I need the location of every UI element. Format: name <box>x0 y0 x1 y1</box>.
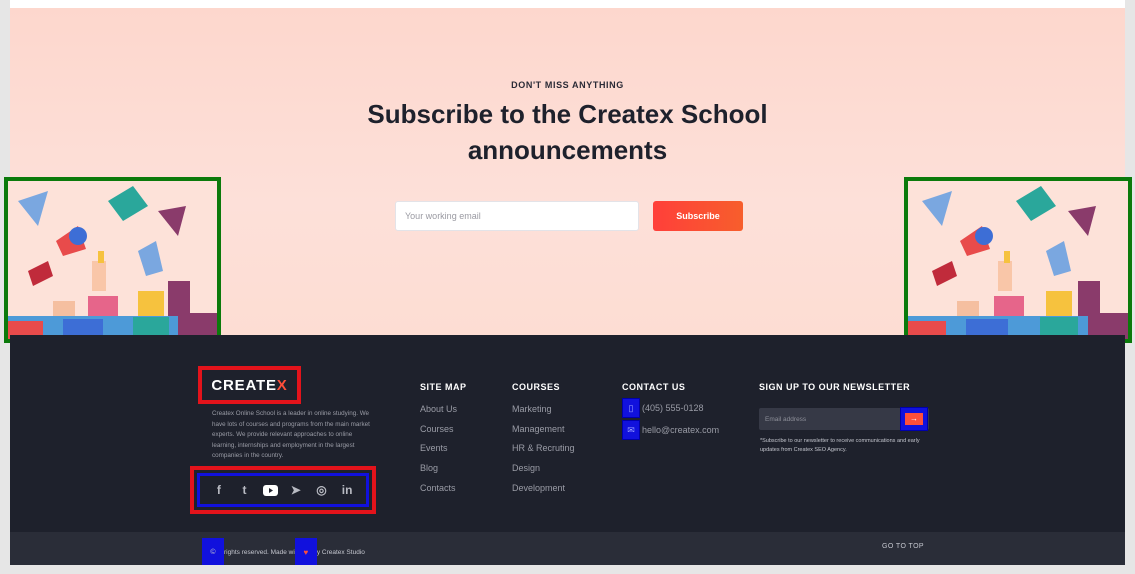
twitter-icon[interactable]: t <box>236 482 252 498</box>
copyright-icon: © <box>202 538 224 566</box>
page: DON'T MISS ANYTHING Subscribe to the Cre… <box>4 0 1132 574</box>
youtube-icon[interactable] <box>262 482 278 498</box>
graduation-illustration-right <box>904 177 1132 343</box>
linkedin-icon[interactable]: in <box>339 482 355 498</box>
course-link-hr[interactable]: HR & Recruting <box>512 443 575 463</box>
sitemap-link-about[interactable]: About Us <box>420 404 457 424</box>
phone-icon: ▯ <box>622 398 640 418</box>
createx-logo[interactable]: CREATEX <box>198 366 301 404</box>
sitemap-link-events[interactable]: Events <box>420 443 457 463</box>
newsletter-title: SIGN UP TO OUR NEWSLETTER <box>759 382 911 392</box>
newsletter-submit-button[interactable]: → <box>900 407 928 431</box>
mail-icon: ✉ <box>622 420 640 440</box>
courses-links: Marketing Management HR & Recruting Desi… <box>512 404 575 502</box>
subscribe-eyebrow: DON'T MISS ANYTHING <box>511 80 624 90</box>
course-link-development[interactable]: Development <box>512 483 575 503</box>
social-icons-row: f t ➤ ◎ in <box>197 473 369 507</box>
copyright: © rights reserved. Made wi ♥ y Createx S… <box>202 538 365 566</box>
sitemap-links: About Us Courses Events Blog Contacts <box>420 404 457 502</box>
social-links: f t ➤ ◎ in <box>190 466 376 514</box>
facebook-icon[interactable]: f <box>211 482 227 498</box>
course-link-marketing[interactable]: Marketing <box>512 404 575 424</box>
course-link-design[interactable]: Design <box>512 463 575 483</box>
sitemap-link-courses[interactable]: Courses <box>420 424 457 444</box>
contact-phone-row[interactable]: ▯ (405) 555-0128 <box>622 398 704 418</box>
telegram-icon[interactable]: ➤ <box>288 482 304 498</box>
made-by-text: y Createx Studio <box>316 548 365 556</box>
newsletter-note: *Subscribe to our newsletter to receive … <box>760 438 920 453</box>
bottom-bar <box>10 532 1125 565</box>
contact-title: CONTACT US <box>622 382 686 392</box>
working-email-input[interactable] <box>395 201 639 231</box>
contact-phone: (405) 555-0128 <box>642 403 704 413</box>
logo-x: X <box>276 376 288 394</box>
logo-text: CREATEX <box>211 377 287 394</box>
sitemap-link-blog[interactable]: Blog <box>420 463 457 483</box>
about-text: Createx Online School is a leader in onl… <box>212 410 370 459</box>
course-link-management[interactable]: Management <box>512 424 575 444</box>
page-bottom-margin <box>10 565 1125 574</box>
logo-main: CREATE <box>211 376 277 394</box>
sitemap-title: SITE MAP <box>420 382 467 392</box>
go-to-top-link[interactable]: GO TO TOP <box>882 543 924 550</box>
heart-icon: ♥ <box>294 538 317 566</box>
courses-title: COURSES <box>512 382 561 392</box>
top-strip <box>10 0 1125 8</box>
contact-email: hello@createx.com <box>642 425 720 435</box>
instagram-icon[interactable]: ◎ <box>313 482 329 498</box>
arrow-right-icon: → <box>905 413 923 425</box>
subscribe-button[interactable]: Subscribe <box>653 201 743 231</box>
subscribe-headline: Subscribe to the Createx School announce… <box>10 96 1125 168</box>
copyright-text: rights reserved. Made wi <box>224 548 295 556</box>
footer: CREATEX Createx Online School is a leade… <box>10 335 1125 532</box>
headline-line-2: announcements <box>467 135 668 165</box>
contact-email-row[interactable]: ✉ hello@createx.com <box>622 420 719 440</box>
graduation-illustration-left <box>4 177 221 343</box>
newsletter-email-input[interactable] <box>759 408 899 430</box>
headline-line-1: Subscribe to the Createx School <box>367 99 768 129</box>
sitemap-link-contacts[interactable]: Contacts <box>420 483 457 503</box>
